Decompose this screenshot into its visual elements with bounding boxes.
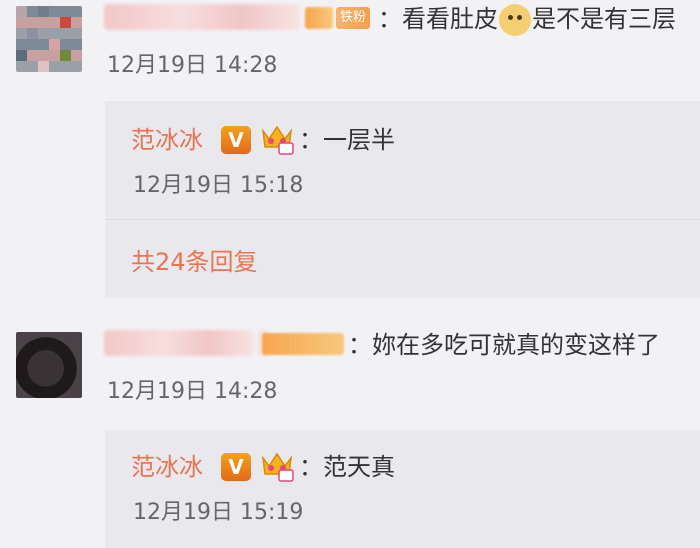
comment-time: 12月19日 14:28	[107, 379, 278, 404]
reply-box: 范冰冰 V ：范天真 12月19日 15:19	[105, 430, 700, 548]
doge-emoji-icon	[499, 4, 531, 36]
username-blurred[interactable]	[104, 4, 300, 30]
more-replies-link[interactable]: 共24条回复	[131, 245, 258, 279]
divider	[105, 219, 700, 220]
avatar[interactable]	[16, 6, 82, 72]
crown-member-icon	[261, 452, 294, 482]
reply-box: 范冰冰 V ：一层半 12月19日 15:18 共24条回复	[105, 101, 700, 298]
reply-author-link[interactable]: 范冰冰	[131, 450, 203, 484]
reply-text: ：一层半	[299, 126, 395, 154]
comment-text: ：妳在多吃可就真的变这样了	[348, 331, 660, 359]
fan-badge-blurred	[305, 7, 333, 29]
crown-member-icon	[261, 125, 294, 155]
reply-author-link[interactable]: 范冰冰	[131, 123, 203, 157]
username-blurred[interactable]	[104, 330, 254, 356]
fan-badge-blurred	[262, 333, 344, 355]
comment-text: ：看看肚皮 是不是有三层	[378, 2, 676, 36]
reply-time: 12月19日 15:18	[133, 173, 304, 198]
comment-time: 12月19日 14:28	[107, 53, 278, 78]
verified-v-icon: V	[221, 453, 251, 481]
fan-tag: 铁粉	[336, 7, 371, 29]
reply-text: ：范天真	[299, 453, 395, 481]
avatar[interactable]	[16, 332, 82, 398]
verified-v-icon: V	[221, 126, 251, 154]
reply-time: 12月19日 15:19	[133, 500, 304, 525]
